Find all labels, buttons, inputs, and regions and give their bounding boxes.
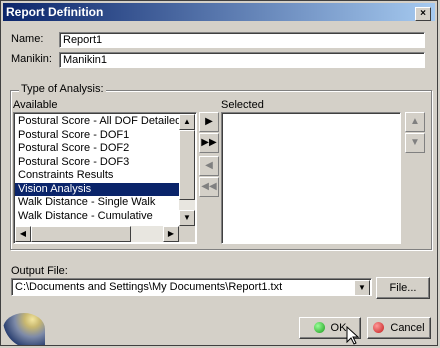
cancel-label: Cancel: [390, 322, 425, 334]
arrow-right-icon: ▶: [205, 116, 213, 127]
name-label: Name:: [11, 33, 44, 45]
ok-label: OK: [330, 322, 347, 334]
window-title: Report Definition: [6, 5, 104, 19]
list-item[interactable]: Postural Score - DOF1: [15, 129, 179, 143]
app-logo: [3, 313, 45, 345]
remove-button[interactable]: ◀: [199, 156, 219, 176]
list-item[interactable]: Postural Score - All DOF Detailed: [15, 115, 181, 129]
scroll-left-button[interactable]: ◀: [15, 226, 31, 242]
output-file-combo[interactable]: C:\Documents and Settings\My Documents\R…: [11, 278, 372, 296]
list-item[interactable]: Vision Analysis: [15, 182, 179, 196]
cancel-button[interactable]: Cancel: [367, 317, 431, 339]
report-definition-dialog: Report Definition × Name: Report1 Maniki…: [0, 0, 438, 346]
arrow-left-icon: ◀: [205, 160, 213, 171]
add-button[interactable]: ▶: [199, 112, 219, 132]
list-item[interactable]: Constraints Results: [15, 169, 179, 183]
file-browse-button[interactable]: File...: [376, 277, 430, 299]
selected-list[interactable]: [221, 112, 401, 244]
scroll-up-button[interactable]: ▲: [179, 114, 195, 130]
double-arrow-right-icon: ▶▶: [201, 137, 217, 148]
analysis-group-title: Type of Analysis:: [19, 83, 106, 95]
arrow-up-icon: ▲: [410, 116, 420, 127]
add-all-button[interactable]: ▶▶: [199, 133, 219, 153]
name-field[interactable]: Report1: [59, 32, 425, 48]
available-items: Postural Score - All DOF Detailed Postura…: [15, 115, 181, 224]
chevron-down-icon[interactable]: ▼: [354, 280, 370, 295]
list-item[interactable]: Postural Score - DOF2: [15, 142, 179, 156]
close-button[interactable]: ×: [415, 7, 431, 21]
list-item[interactable]: Postural Score - DOF3: [15, 156, 179, 170]
available-label: Available: [13, 99, 58, 111]
horizontal-scroll-thumb[interactable]: [31, 226, 131, 242]
manikin-label: Manikin:: [11, 53, 52, 65]
move-down-button[interactable]: ▼: [405, 133, 425, 153]
arrow-down-icon: ▼: [410, 137, 420, 148]
list-item[interactable]: Walk Distance - Cumulative: [15, 210, 179, 224]
double-arrow-left-icon: ◀◀: [201, 181, 217, 192]
available-vertical-scrollbar[interactable]: ▲ ▼: [179, 114, 195, 226]
mouse-cursor-icon: [346, 326, 360, 345]
scroll-corner: [179, 226, 195, 242]
output-file-label: Output File:: [11, 265, 68, 277]
output-file-path: C:\Documents and Settings\My Documents\R…: [15, 281, 283, 293]
list-item[interactable]: Walk Distance - Single Walk: [15, 196, 179, 210]
ok-icon: [313, 322, 325, 333]
manikin-field[interactable]: Manikin1: [59, 52, 425, 68]
scroll-thumb[interactable]: [179, 130, 195, 200]
cancel-icon: [373, 322, 385, 333]
move-up-button[interactable]: ▲: [405, 112, 425, 132]
scroll-down-button[interactable]: ▼: [179, 210, 195, 226]
available-list[interactable]: Postural Score - All DOF Detailed Postura…: [13, 112, 197, 244]
title-bar: Report Definition ×: [3, 3, 435, 21]
remove-all-button[interactable]: ◀◀: [199, 177, 219, 197]
scroll-right-button[interactable]: ▶: [163, 226, 179, 242]
available-horizontal-scrollbar[interactable]: ◀ ▶: [15, 226, 179, 242]
selected-label: Selected: [221, 99, 264, 111]
